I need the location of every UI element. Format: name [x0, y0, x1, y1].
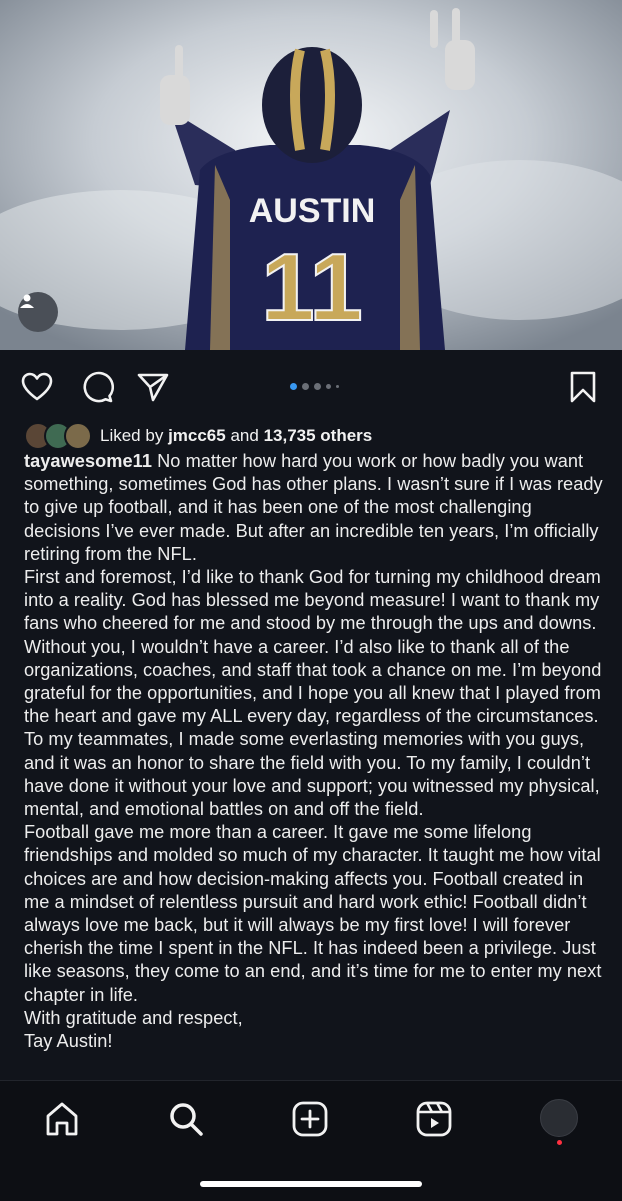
- paper-plane-icon[interactable]: [136, 370, 170, 404]
- search-icon[interactable]: [166, 1099, 206, 1139]
- caption-paragraph: First and foremost, I’d like to thank Go…: [24, 567, 602, 820]
- avatar: [64, 422, 92, 450]
- caption-username[interactable]: tayawesome11: [24, 451, 152, 471]
- reels-icon[interactable]: [414, 1099, 454, 1139]
- liker-avatars: [24, 422, 92, 450]
- person-tag-icon[interactable]: [18, 292, 58, 332]
- bookmark-icon[interactable]: [566, 370, 600, 404]
- home-indicator[interactable]: [200, 1181, 422, 1187]
- create-post-icon[interactable]: [290, 1099, 330, 1139]
- carousel-dot: [314, 383, 321, 390]
- carousel-dot: [336, 385, 339, 388]
- carousel-dot: [290, 383, 297, 390]
- profile-avatar: [540, 1099, 578, 1137]
- likes-others[interactable]: 13,735 others: [264, 426, 373, 446]
- football-player-image: AUSTIN 11: [0, 0, 622, 350]
- home-icon[interactable]: [42, 1099, 82, 1139]
- jersey-number: 11: [261, 234, 362, 341]
- jersey-name: AUSTIN: [249, 192, 376, 230]
- carousel-dot: [302, 383, 309, 390]
- liker-username[interactable]: jmcc65: [168, 426, 226, 446]
- carousel-dot: [326, 384, 331, 389]
- carousel-indicator: [290, 383, 339, 390]
- profile-tab[interactable]: [540, 1099, 580, 1139]
- post-caption: tayawesome11 No matter how hard you work…: [24, 450, 604, 1053]
- likes-summary[interactable]: Liked by jmcc65 and 13,735 others: [24, 422, 373, 450]
- comment-bubble-icon[interactable]: [80, 370, 115, 404]
- caption-paragraph: Football gave me more than a career. It …: [24, 822, 602, 1005]
- caption-signature: Tay Austin!: [24, 1031, 113, 1052]
- post-action-bar: [0, 350, 622, 420]
- notification-dot: [557, 1140, 562, 1145]
- post-photo[interactable]: AUSTIN 11: [0, 0, 622, 350]
- likes-prefix: Liked by: [100, 426, 164, 445]
- caption-closing: With gratitude and respect,: [24, 1007, 243, 1028]
- likes-connector: and: [230, 426, 259, 445]
- heart-icon[interactable]: [20, 370, 54, 404]
